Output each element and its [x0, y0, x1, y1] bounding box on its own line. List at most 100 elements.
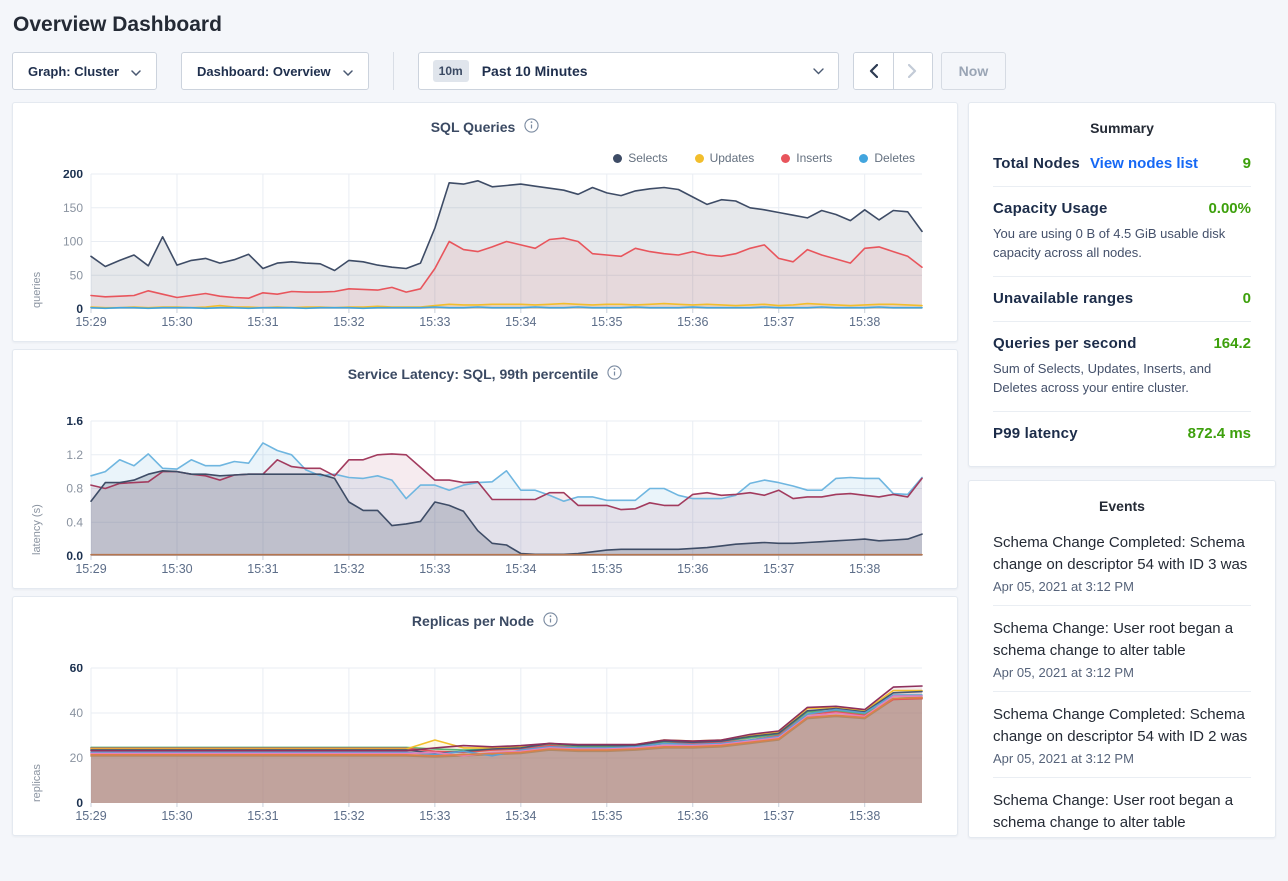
event-item[interactable]: Schema Change Completed: Schema change o… [993, 692, 1251, 778]
legend-dot-icon [695, 154, 704, 163]
replicas-per-node-chart-card: Replicas per Node replicas 15:2915:3015:… [12, 596, 958, 836]
x-tick-label: 15:33 [419, 315, 450, 329]
summary-row: Total NodesView nodes list9 [993, 142, 1251, 187]
dashboard-dropdown[interactable]: Dashboard: Overview [181, 52, 369, 90]
time-prev-button[interactable] [854, 53, 893, 89]
sql-queries-chart-card: SQL Queries Selects Updates Inserts Deletes… [12, 102, 958, 342]
chart-title: SQL Queries [431, 119, 516, 135]
event-text: Schema Change: User root began a schema … [993, 790, 1251, 834]
y-tick-label: 0 [76, 302, 83, 316]
event-timestamp: Apr 05, 2021 at 3:11 PM [993, 837, 1251, 838]
chevron-down-icon [343, 64, 353, 79]
time-range-label: Past 10 Minutes [482, 63, 800, 79]
x-tick-label: 15:32 [333, 562, 364, 576]
sidebar-column: Summary Total NodesView nodes list9Capac… [968, 102, 1276, 838]
x-tick-label: 15:31 [247, 809, 278, 823]
summary-row-value: 0 [1243, 290, 1251, 307]
summary-row: Unavailable ranges 0 [993, 277, 1251, 322]
event-text: Schema Change Completed: Schema change o… [993, 704, 1251, 748]
event-item[interactable]: Schema Change: User root began a schema … [993, 778, 1251, 838]
legend-dot-icon [859, 154, 868, 163]
summary-row: P99 latency 872.4 ms [993, 412, 1251, 456]
info-icon[interactable] [607, 365, 622, 383]
y-tick-label: 150 [63, 201, 83, 215]
summary-row-value: 872.4 ms [1188, 425, 1251, 442]
x-tick-label: 15:31 [247, 562, 278, 576]
x-tick-label: 15:35 [591, 809, 622, 823]
service-latency-chart[interactable]: 15:2915:3015:3115:3215:3315:3415:3515:36… [29, 417, 941, 577]
event-text: Schema Change Completed: Schema change o… [993, 532, 1251, 576]
x-tick-label: 15:33 [419, 809, 450, 823]
event-timestamp: Apr 05, 2021 at 3:12 PM [993, 579, 1251, 594]
chart-title: Replicas per Node [412, 613, 534, 629]
chart-body: replicas 15:2915:3015:3115:3215:3315:341… [29, 664, 941, 824]
summary-row: Capacity Usage 0.00% You are using 0 B of … [993, 187, 1251, 277]
summary-row-label: Capacity Usage [993, 200, 1108, 217]
chart-header: Replicas per Node [29, 612, 941, 630]
events-list: Schema Change Completed: Schema change o… [993, 520, 1251, 838]
x-tick-label: 15:30 [161, 562, 192, 576]
summary-row-label: Unavailable ranges [993, 290, 1133, 307]
series-line [91, 307, 922, 308]
time-next-button[interactable] [893, 53, 932, 89]
x-tick-label: 15:36 [677, 315, 708, 329]
toolbar-divider [393, 52, 394, 90]
dashboard-dropdown-label: Dashboard: Overview [197, 64, 331, 79]
sql-queries-chart[interactable]: 15:2915:3015:3115:3215:3315:3415:3515:36… [29, 170, 941, 330]
legend-dot-icon [613, 154, 622, 163]
x-tick-label: 15:38 [849, 809, 880, 823]
now-button[interactable]: Now [941, 52, 1007, 90]
x-tick-label: 15:35 [591, 315, 622, 329]
legend-label: Deletes [874, 151, 915, 165]
events-title: Events [993, 498, 1251, 520]
legend-item[interactable]: Inserts [781, 151, 832, 165]
legend-item[interactable]: Selects [613, 151, 667, 165]
event-timestamp: Apr 05, 2021 at 3:12 PM [993, 665, 1251, 680]
legend-item[interactable]: Deletes [859, 151, 915, 165]
chevron-down-icon [813, 62, 824, 80]
event-item[interactable]: Schema Change: User root began a schema … [993, 606, 1251, 692]
x-tick-label: 15:38 [849, 562, 880, 576]
charts-column: SQL Queries Selects Updates Inserts Deletes… [12, 102, 958, 836]
time-range-dropdown[interactable]: 10m Past 10 Minutes [418, 52, 839, 90]
chart-body: latency (s) 15:2915:3015:3115:3215:3315:… [29, 417, 941, 577]
toolbar: Graph: Cluster Dashboard: Overview 10m P… [12, 52, 1276, 90]
y-axis-label: replicas [31, 670, 43, 802]
y-tick-label: 1.2 [66, 448, 83, 462]
view-nodes-list-link[interactable]: View nodes list [1090, 155, 1198, 172]
summary-rows: Total NodesView nodes list9Capacity Usag… [993, 142, 1251, 456]
summary-row-value: 0.00% [1208, 200, 1251, 217]
y-axis-label: latency (s) [31, 423, 43, 555]
y-tick-label: 200 [63, 170, 83, 181]
y-tick-label: 60 [70, 664, 84, 675]
y-tick-label: 0.4 [66, 515, 83, 529]
summary-panel: Summary Total NodesView nodes list9Capac… [968, 102, 1276, 467]
info-icon[interactable] [524, 118, 539, 136]
graph-dropdown-label: Graph: Cluster [28, 64, 119, 79]
event-item[interactable]: Schema Change Completed: Schema change o… [993, 520, 1251, 606]
legend-dot-icon [781, 154, 790, 163]
x-tick-label: 15:30 [161, 315, 192, 329]
legend-label: Inserts [796, 151, 832, 165]
x-tick-label: 15:29 [75, 809, 106, 823]
x-tick-label: 15:29 [75, 562, 106, 576]
event-timestamp: Apr 05, 2021 at 3:12 PM [993, 751, 1251, 766]
legend-label: Updates [710, 151, 755, 165]
service-latency-chart-card: Service Latency: SQL, 99th percentile la… [12, 349, 958, 589]
y-tick-label: 0 [76, 796, 83, 810]
legend-label: Selects [628, 151, 667, 165]
x-tick-label: 15:30 [161, 809, 192, 823]
chart-legend: Selects Updates Inserts Deletes [613, 151, 915, 165]
summary-row-description: You are using 0 B of 4.5 GiB usable disk… [993, 224, 1251, 262]
summary-row-label: P99 latency [993, 425, 1078, 442]
replicas-per-node-chart[interactable]: 15:2915:3015:3115:3215:3315:3415:3515:36… [29, 664, 941, 824]
x-tick-label: 15:31 [247, 315, 278, 329]
x-tick-label: 15:35 [591, 562, 622, 576]
y-tick-label: 40 [70, 706, 84, 720]
info-icon[interactable] [543, 612, 558, 630]
y-tick-label: 0.0 [66, 549, 83, 563]
summary-row-label: Queries per second [993, 335, 1137, 352]
legend-item[interactable]: Updates [695, 151, 755, 165]
x-tick-label: 15:29 [75, 315, 106, 329]
graph-dropdown[interactable]: Graph: Cluster [12, 52, 157, 90]
